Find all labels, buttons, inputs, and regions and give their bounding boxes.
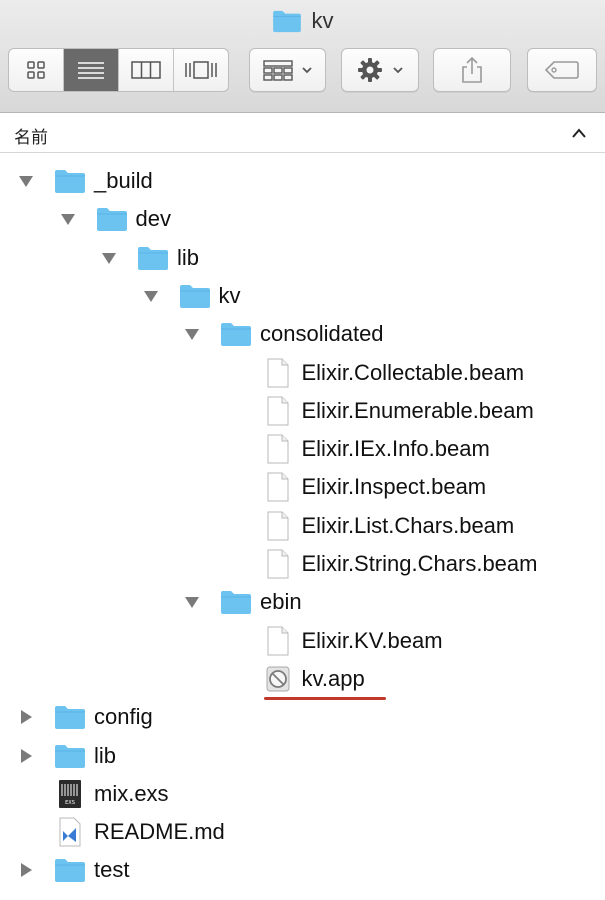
- share-button[interactable]: [433, 48, 511, 92]
- disclosure-triangle-expanded-icon[interactable]: [143, 288, 159, 304]
- file-name: dev: [135, 206, 171, 232]
- svg-text:EXS: EXS: [65, 800, 75, 806]
- cover-flow-view-button[interactable]: [174, 49, 228, 91]
- file-name: consolidated: [260, 321, 384, 347]
- disclosure-triangle-collapsed-icon[interactable]: [18, 862, 34, 878]
- arrange-grid-icon: [262, 60, 293, 81]
- file-row[interactable]: Elixir.KV.beam: [0, 622, 605, 660]
- share-icon: [462, 56, 482, 83]
- tag-icon: [545, 61, 579, 79]
- file-row[interactable]: Elixir.List.Chars.beam: [0, 507, 605, 545]
- folder-icon: [221, 323, 251, 347]
- column-view-button[interactable]: [119, 49, 174, 91]
- file-row[interactable]: Elixir.Inspect.beam: [0, 468, 605, 506]
- document-icon: [267, 396, 288, 426]
- file-name: lib: [177, 244, 200, 270]
- column-header-label: 名前: [14, 128, 48, 147]
- disclosure-triangle-collapsed-icon[interactable]: [18, 748, 34, 764]
- toolbar: [0, 48, 605, 98]
- folder-row[interactable]: ebin: [0, 583, 605, 621]
- file-name: ebin: [260, 589, 302, 615]
- folder-row[interactable]: lib: [0, 239, 605, 277]
- disclosure-triangle-collapsed-icon[interactable]: [18, 709, 34, 725]
- document-icon: [267, 511, 288, 541]
- window-titlebar: kv: [0, 0, 605, 113]
- file-name: Elixir.List.Chars.beam: [301, 512, 515, 538]
- document-icon: [267, 626, 288, 656]
- folder-icon: [55, 859, 85, 883]
- file-name: Elixir.Inspect.beam: [301, 474, 487, 500]
- folder-icon: [221, 591, 251, 615]
- folder-row[interactable]: lib: [0, 737, 605, 775]
- file-name: test: [94, 857, 130, 883]
- file-row[interactable]: Elixir.Enumerable.beam: [0, 392, 605, 430]
- file-row[interactable]: Elixir.String.Chars.beam: [0, 545, 605, 583]
- file-row[interactable]: Elixir.IEx.Info.beam: [0, 430, 605, 468]
- chevron-down-icon: [393, 67, 403, 74]
- document-icon: [267, 549, 288, 579]
- disclosure-triangle-expanded-icon[interactable]: [18, 173, 34, 189]
- vscode-file-icon: [59, 817, 81, 847]
- disclosure-triangle-expanded-icon[interactable]: [101, 250, 117, 266]
- folder-icon: [179, 284, 210, 308]
- folder-row[interactable]: consolidated: [0, 315, 605, 353]
- arrange-button[interactable]: [249, 48, 326, 92]
- file-row[interactable]: README.md: [0, 813, 605, 851]
- columns-icon: [131, 61, 161, 79]
- view-mode-segmented-control: [8, 48, 229, 92]
- exs-file-icon: EXS: [59, 779, 81, 808]
- folder-row[interactable]: kv: [0, 277, 605, 315]
- folder-icon: [55, 170, 85, 193]
- file-name: Elixir.IEx.Info.beam: [301, 436, 490, 462]
- disclosure-triangle-expanded-icon[interactable]: [184, 326, 200, 342]
- folder-icon: [272, 10, 301, 33]
- folder-row[interactable]: test: [0, 851, 605, 889]
- file-name: config: [94, 704, 153, 730]
- file-name: README.md: [94, 819, 225, 845]
- tags-button[interactable]: [527, 48, 597, 92]
- window-title-text: kv: [311, 8, 334, 33]
- chevron-down-icon: [301, 67, 312, 74]
- icon-view-button[interactable]: [9, 49, 64, 91]
- window-title: kv: [0, 8, 605, 34]
- column-header-name[interactable]: 名前: [0, 113, 605, 153]
- highlight-underline: [264, 697, 386, 700]
- file-name: Elixir.Enumerable.beam: [301, 397, 534, 423]
- folder-icon: [55, 706, 85, 730]
- file-name: _build: [94, 168, 153, 193]
- file-row[interactable]: EXS mix.exs: [0, 775, 605, 813]
- file-name: Elixir.String.Chars.beam: [301, 551, 538, 576]
- document-icon: [267, 434, 288, 464]
- disclosure-triangle-expanded-icon[interactable]: [184, 594, 200, 610]
- folder-row[interactable]: _build: [0, 162, 605, 200]
- gear-icon: [358, 58, 382, 82]
- file-name: Elixir.KV.beam: [301, 627, 443, 653]
- document-icon: [267, 358, 288, 387]
- list-view-button[interactable]: [64, 49, 119, 91]
- folder-row[interactable]: config: [0, 698, 605, 736]
- file-name: kv: [218, 282, 241, 308]
- cover-flow-icon: [185, 61, 217, 79]
- sort-ascending-icon: [572, 128, 586, 138]
- grid-icon: [27, 61, 45, 79]
- disclosure-triangle-expanded-icon[interactable]: [60, 211, 76, 227]
- file-row[interactable]: Elixir.Collectable.beam: [0, 354, 605, 392]
- file-name: kv.app: [301, 665, 365, 691]
- blocked-app-icon: [266, 666, 289, 692]
- folder-icon: [55, 744, 85, 768]
- folder-icon: [138, 246, 168, 270]
- list-icon: [78, 62, 104, 79]
- file-name: mix.exs: [94, 780, 169, 806]
- folder-row[interactable]: dev: [0, 200, 605, 238]
- file-name: Elixir.Collectable.beam: [301, 359, 525, 385]
- action-button[interactable]: [341, 48, 419, 92]
- file-name: lib: [94, 742, 117, 768]
- document-icon: [267, 472, 288, 502]
- folder-icon: [96, 208, 127, 232]
- file-row[interactable]: kv.app: [0, 660, 605, 698]
